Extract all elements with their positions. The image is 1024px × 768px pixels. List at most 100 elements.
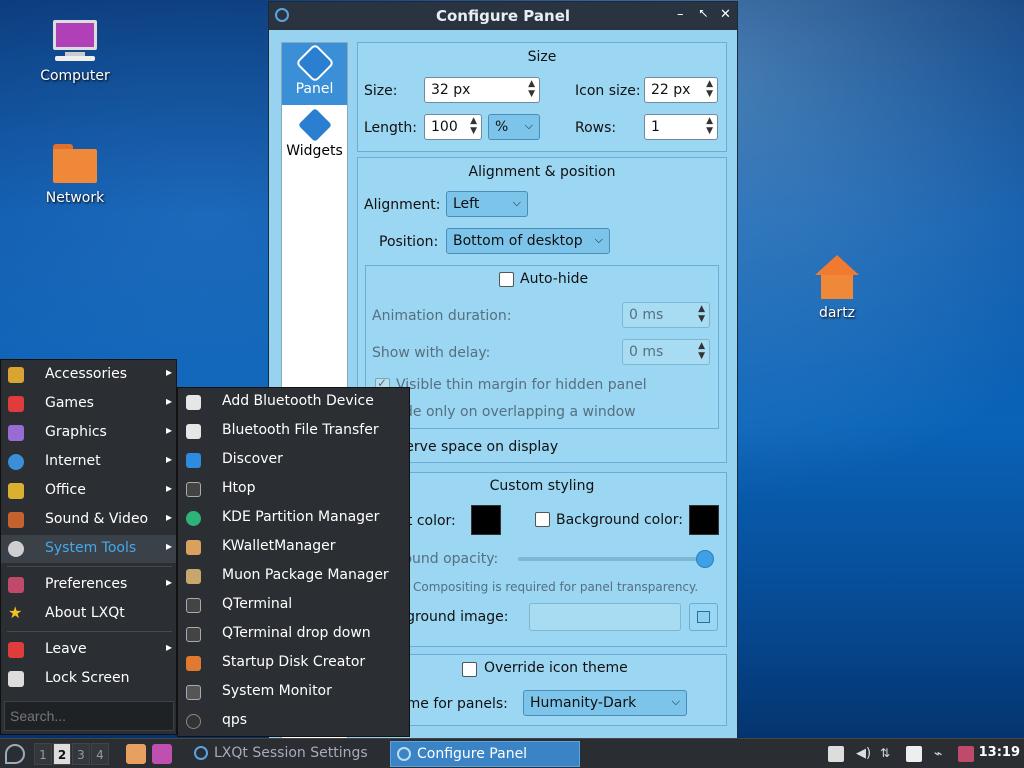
show-delay-label: Show with delay: xyxy=(372,345,491,361)
sidebar-item-widgets[interactable]: Widgets xyxy=(282,105,347,167)
task-label: LXQt Session Settings xyxy=(214,745,368,761)
position-label: Position: xyxy=(379,234,439,250)
rows-spinbox[interactable]: 1 ▲ ▼ xyxy=(644,114,718,140)
icon-theme-select[interactable]: Humanity-Dark ⌵ xyxy=(523,690,687,716)
submenu-item[interactable]: KWalletManager xyxy=(178,533,409,562)
submenu-item[interactable]: Startup Disk Creator xyxy=(178,649,409,678)
workspace-3[interactable]: 3 xyxy=(72,743,90,765)
autohide-checkbox[interactable] xyxy=(499,272,514,287)
override-icon-theme-checkbox[interactable] xyxy=(462,662,477,677)
workspace-4[interactable]: 4 xyxy=(91,743,109,765)
overlap-label: de only on overlapping a window xyxy=(404,404,636,420)
menu-item-label: Leave xyxy=(45,641,87,657)
background-color-button[interactable] xyxy=(689,505,719,535)
task-lxqt-session-settings[interactable]: LXQt Session Settings xyxy=(188,741,384,767)
length-unit-value: % xyxy=(495,119,509,135)
opacity-slider-handle[interactable] xyxy=(696,550,714,568)
size-value: 32 px xyxy=(431,82,471,98)
submenu-item[interactable]: Muon Package Manager xyxy=(178,562,409,591)
file-manager-launcher-icon[interactable] xyxy=(126,744,146,764)
spin-arrows-icon: ▲ ▼ xyxy=(470,116,477,136)
desktop-icon-network[interactable]: Network xyxy=(30,140,120,206)
menu-item-accessories[interactable]: Accessories ▸ xyxy=(1,361,176,389)
menu-search-input[interactable] xyxy=(4,701,174,731)
submenu-item-label: System Monitor xyxy=(222,683,332,699)
menu-item-about[interactable]: ★ About LXQt xyxy=(1,600,176,628)
submenu-item[interactable]: Bluetooth File Transfer xyxy=(178,417,409,446)
position-select[interactable]: Bottom of desktop ⌵ xyxy=(446,228,610,254)
sidebar-item-label: Widgets xyxy=(286,143,343,159)
opacity-slider[interactable] xyxy=(518,557,708,561)
background-image-field[interactable] xyxy=(529,603,681,631)
submenu-item[interactable]: Discover xyxy=(178,446,409,475)
image-icon xyxy=(697,611,710,623)
menu-item-sound-video[interactable]: Sound & Video ▸ xyxy=(1,506,176,534)
desktop-icon-home[interactable]: dartz xyxy=(792,255,882,321)
network-icon[interactable]: ⇅ xyxy=(880,746,896,762)
minimize-button[interactable]: – xyxy=(677,7,684,22)
menu-item-games[interactable]: Games ▸ xyxy=(1,390,176,418)
menu-item-label: Graphics xyxy=(45,424,107,440)
menu-item-system-tools[interactable]: System Tools ▸ xyxy=(1,535,176,563)
length-spinbox[interactable]: 100 ▲ ▼ xyxy=(424,114,482,140)
wallet-icon xyxy=(186,540,201,555)
power-icon xyxy=(8,642,24,658)
clipboard-icon[interactable] xyxy=(906,746,922,762)
window-titlebar[interactable]: Configure Panel – ⭦ ✕ xyxy=(269,2,737,30)
submenu-item-label: Bluetooth File Transfer xyxy=(222,422,379,438)
spin-arrows-icon: ▲ ▼ xyxy=(698,304,705,324)
chevron-right-icon: ▸ xyxy=(165,394,172,408)
removable-drive-icon[interactable] xyxy=(828,746,844,762)
chevron-right-icon: ▸ xyxy=(165,640,172,654)
menu-item-internet[interactable]: Internet ▸ xyxy=(1,448,176,476)
menu-item-preferences[interactable]: Preferences ▸ xyxy=(1,571,176,599)
submenu-item[interactable]: qps xyxy=(178,707,409,736)
menu-item-graphics[interactable]: Graphics ▸ xyxy=(1,419,176,447)
menu-item-leave[interactable]: Leave ▸ xyxy=(1,636,176,664)
thin-margin-label: Visible thin margin for hidden panel xyxy=(396,377,647,393)
length-value: 100 xyxy=(431,119,458,135)
browse-image-button[interactable] xyxy=(689,603,718,631)
submenu-item-label: Add Bluetooth Device xyxy=(222,393,374,409)
workspace-1[interactable]: 1 xyxy=(34,743,52,765)
group-title: Alignment & position xyxy=(468,164,616,180)
task-configure-panel[interactable]: Configure Panel xyxy=(390,741,580,767)
animation-duration-spinbox[interactable]: 0 ms ▲ ▼ xyxy=(622,302,710,328)
icon-theme-label: eme for panels: xyxy=(398,696,508,712)
power-plug-icon[interactable]: ⌁ xyxy=(934,746,950,762)
desktop-icon-computer[interactable]: Computer xyxy=(30,18,120,84)
icon-size-spinbox[interactable]: 22 px ▲ ▼ xyxy=(644,77,718,103)
show-delay-spinbox[interactable]: 0 ms ▲ ▼ xyxy=(622,339,710,365)
submenu-item[interactable]: KDE Partition Manager xyxy=(178,504,409,533)
app-icon xyxy=(194,746,208,760)
menu-item-lock-screen[interactable]: Lock Screen xyxy=(1,665,176,693)
font-color-button[interactable] xyxy=(471,505,501,535)
sidebar-item-panel[interactable]: Panel xyxy=(282,43,347,105)
icon-size-label: Icon size: xyxy=(575,83,641,99)
submenu-item[interactable]: System Monitor xyxy=(178,678,409,707)
clock[interactable]: 13:19 xyxy=(979,745,1020,760)
submenu-item[interactable]: Add Bluetooth Device xyxy=(178,388,409,417)
close-button[interactable]: ✕ xyxy=(720,7,731,22)
start-menu-icon[interactable] xyxy=(5,744,25,764)
group-title: Size xyxy=(527,49,557,65)
background-color-checkbox[interactable] xyxy=(535,512,550,527)
submenu-item[interactable]: QTerminal xyxy=(178,591,409,620)
bluetooth-icon xyxy=(186,395,201,410)
volume-icon[interactable]: ◀) xyxy=(856,746,872,762)
rows-value: 1 xyxy=(651,119,660,135)
alignment-select[interactable]: Left ⌵ xyxy=(446,191,528,217)
length-unit-select[interactable]: % ⌵ xyxy=(488,114,540,140)
menu-item-office[interactable]: Office ▸ xyxy=(1,477,176,505)
notification-icon[interactable] xyxy=(958,746,974,762)
maximize-button[interactable]: ⭦ xyxy=(699,7,707,22)
size-spinbox[interactable]: 32 px ▲ ▼ xyxy=(424,77,540,103)
submenu-item[interactable]: Htop xyxy=(178,475,409,504)
browser-launcher-icon[interactable] xyxy=(152,744,172,764)
background-color-label: Background color: xyxy=(556,512,683,528)
chevron-right-icon: ▸ xyxy=(165,510,172,524)
submenu-item[interactable]: QTerminal drop down xyxy=(178,620,409,649)
workspace-2[interactable]: 2 xyxy=(53,743,71,765)
chevron-right-icon: ▸ xyxy=(165,575,172,589)
custom-styling-group: Custom styling nt color: Background colo… xyxy=(357,472,727,647)
